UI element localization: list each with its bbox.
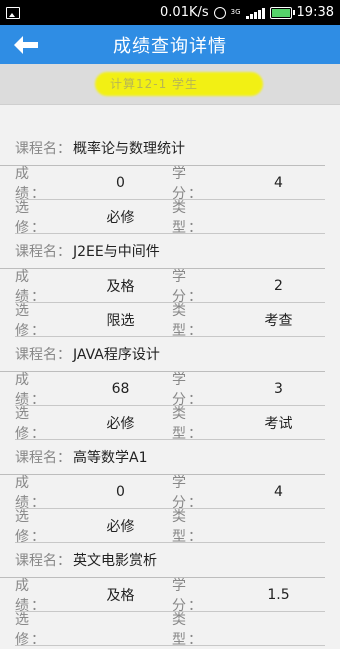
type-label: 类 型： bbox=[172, 302, 204, 339]
credit-value: 4 bbox=[274, 174, 283, 191]
course-item: 课程名： 高等数学A1 成 绩： 0 学 分： 4 选 修： 必修 类 型： bbox=[0, 440, 340, 545]
student-info: 计算12-1 学生 bbox=[110, 77, 199, 91]
course-name-label: 课程名： bbox=[15, 347, 71, 363]
course-name-label: 课程名： bbox=[15, 553, 71, 569]
credit-value: 3 bbox=[274, 380, 283, 397]
course-item: 课程名： 英文电影赏析 成 绩： 及格 学 分： 1.5 选 修： 类 型： bbox=[0, 543, 340, 648]
elective-value: 必修 bbox=[106, 415, 135, 432]
battery-icon bbox=[269, 6, 295, 19]
credit-value: 2 bbox=[274, 277, 283, 294]
score-row: 成 绩： 68 学 分： 3 bbox=[15, 372, 325, 408]
course-name-label: 课程名： bbox=[15, 244, 71, 260]
score-row: 成 绩： 0 学 分： 4 bbox=[15, 475, 325, 511]
network-speed: 0.01K/s bbox=[160, 5, 209, 20]
elective-row: 选 修： 类 型： bbox=[15, 611, 325, 648]
elective-row: 选 修： 限选 类 型： 考查 bbox=[15, 302, 325, 339]
score-value: 及格 bbox=[106, 278, 135, 295]
clock: 19:38 bbox=[296, 5, 334, 20]
course-name-label: 课程名： bbox=[15, 141, 71, 157]
course-item: 课程名： 概率论与数理统计 成 绩： 0 学 分： 4 选 修： 必修 类 型： bbox=[0, 131, 340, 236]
score-value: 0 bbox=[116, 174, 125, 191]
elective-label: 选 修： bbox=[15, 611, 47, 648]
elective-row: 选 修： 必修 类 型： bbox=[15, 508, 325, 545]
network-type: 3G bbox=[230, 8, 241, 16]
course-name-value: JAVA程序设计 bbox=[73, 347, 160, 363]
type-value: 考查 bbox=[264, 312, 293, 329]
course-name-label: 课程名： bbox=[15, 450, 71, 466]
type-label: 类 型： bbox=[172, 199, 204, 236]
page-title: 成绩查询详情 bbox=[113, 35, 227, 57]
score-value: 68 bbox=[111, 380, 130, 397]
elective-label: 选 修： bbox=[15, 508, 47, 545]
status-bar: 0.01K/s 3G 19:38 bbox=[0, 0, 340, 25]
course-name-value: J2EE与中间件 bbox=[73, 244, 160, 260]
student-banner: 计算12-1 学生 bbox=[0, 64, 340, 105]
type-label: 类 型： bbox=[172, 611, 204, 648]
course-name-value: 高等数学A1 bbox=[73, 450, 148, 466]
course-list: 课程名： 概率论与数理统计 成 绩： 0 学 分： 4 选 修： 必修 类 型：… bbox=[0, 131, 340, 648]
elective-label: 选 修： bbox=[15, 405, 47, 442]
course-item: 课程名： J2EE与中间件 成 绩： 及格 学 分： 2 选 修： 限选 类 型… bbox=[0, 234, 340, 339]
credit-value: 4 bbox=[274, 483, 283, 500]
score-row: 成 绩： 及格 学 分： 2 bbox=[15, 269, 325, 305]
back-arrow-icon bbox=[14, 36, 38, 54]
elective-label: 选 修： bbox=[15, 302, 47, 339]
course-name-value: 英文电影赏析 bbox=[73, 553, 157, 569]
elective-label: 选 修： bbox=[15, 199, 47, 236]
type-label: 类 型： bbox=[172, 405, 204, 442]
back-button[interactable] bbox=[6, 30, 46, 60]
score-row: 成 绩： 0 学 分： 4 bbox=[15, 166, 325, 202]
type-value: 考试 bbox=[264, 415, 293, 432]
image-notification-icon bbox=[6, 6, 20, 19]
alarm-icon bbox=[213, 6, 226, 19]
score-value: 及格 bbox=[106, 587, 135, 604]
credit-value: 1.5 bbox=[267, 586, 290, 603]
course-item: 课程名： JAVA程序设计 成 绩： 68 学 分： 3 选 修： 必修 类 型… bbox=[0, 337, 340, 442]
score-value: 0 bbox=[116, 483, 125, 500]
elective-row: 选 修： 必修 类 型： bbox=[15, 199, 325, 236]
course-name-row: 课程名： J2EE与中间件 bbox=[0, 234, 325, 269]
course-name-row: 课程名： JAVA程序设计 bbox=[0, 337, 325, 372]
course-name-row: 课程名： 概率论与数理统计 bbox=[0, 131, 325, 166]
course-name-row: 课程名： 高等数学A1 bbox=[0, 440, 325, 475]
type-label: 类 型： bbox=[172, 508, 204, 545]
elective-value: 限选 bbox=[106, 312, 135, 329]
course-name-value: 概率论与数理统计 bbox=[73, 141, 185, 157]
elective-row: 选 修： 必修 类 型： 考试 bbox=[15, 405, 325, 442]
elective-value: 必修 bbox=[106, 518, 135, 535]
elective-value: 必修 bbox=[106, 209, 135, 226]
title-bar: 成绩查询详情 bbox=[0, 25, 340, 64]
signal-icon bbox=[245, 7, 265, 19]
score-row: 成 绩： 及格 学 分： 1.5 bbox=[15, 578, 325, 614]
course-name-row: 课程名： 英文电影赏析 bbox=[0, 543, 325, 578]
